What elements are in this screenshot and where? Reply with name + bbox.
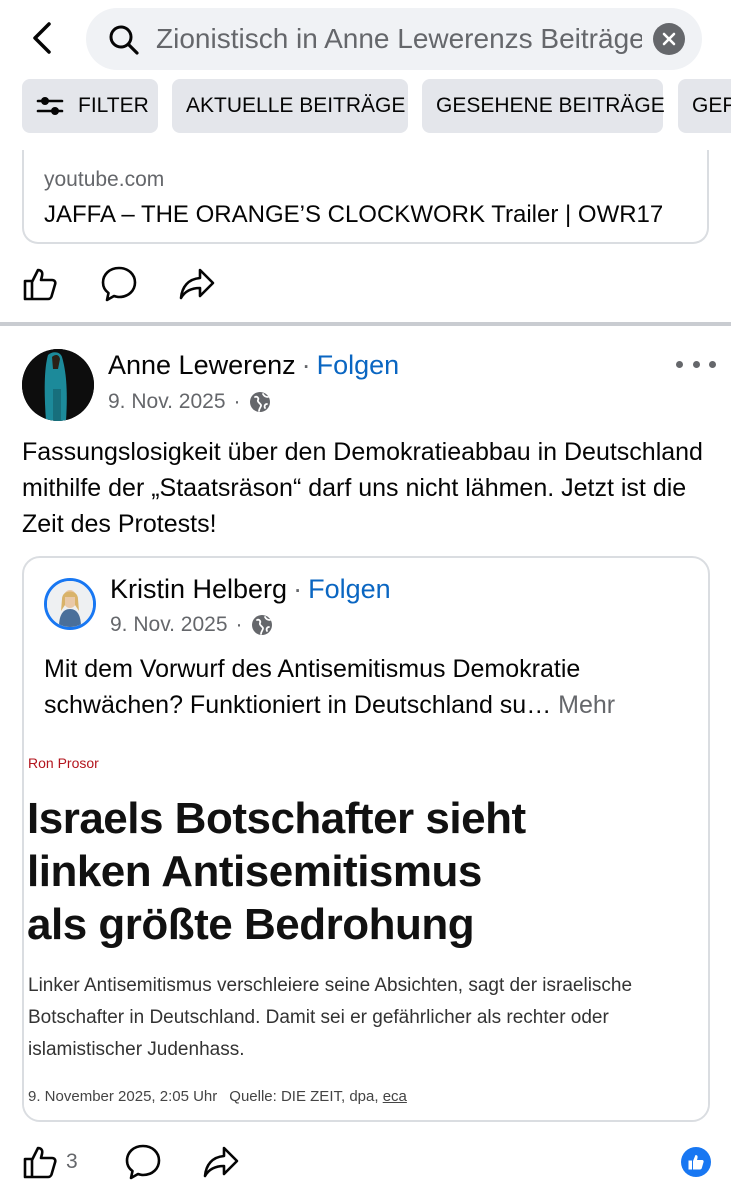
chip-label: GESEHENE BEITRÄGE <box>436 94 665 117</box>
chip-gesehene-beitraege[interactable]: GESEHENE BEITRÄGE <box>422 79 665 133</box>
previous-post-actions <box>22 265 216 303</box>
dot-icon <box>709 360 716 368</box>
shared-post-text: Mit dem Vorwurf des Antisemitismus Demok… <box>44 651 694 723</box>
back-button[interactable] <box>22 18 62 58</box>
globe-icon <box>251 615 272 635</box>
chip-label: GEP <box>692 94 731 117</box>
shared-follow-button[interactable]: Folgen <box>308 574 391 604</box>
top-bar <box>0 0 731 78</box>
author-avatar[interactable] <box>22 349 94 421</box>
shared-author-name[interactable]: Kristin Helberg <box>110 574 287 604</box>
see-more-link[interactable]: Mehr <box>558 691 615 719</box>
dot-icon <box>676 360 683 368</box>
chip-gep[interactable]: GEP <box>678 79 731 133</box>
article-screenshot[interactable]: Ron Prosor Israels Botschafter sieht lin… <box>24 738 708 1120</box>
article-timestamp: 9. November 2025, 2:05 Uhr <box>28 1088 218 1105</box>
link-domain: youtube.com <box>44 168 165 191</box>
like-button[interactable]: 3 <box>22 1144 78 1180</box>
thumbs-up-icon <box>23 268 57 301</box>
shared-post-date[interactable]: 9. Nov. 2025 <box>110 613 228 637</box>
shared-post-meta: 9. Nov. 2025 · <box>110 613 273 637</box>
author-name[interactable]: Anne Lewerenz <box>108 350 296 380</box>
separator: · <box>293 574 303 604</box>
filter-label: FILTER <box>78 94 149 117</box>
article-kicker: Ron Prosor <box>28 755 99 771</box>
share-icon <box>179 268 215 300</box>
headline-line: linken Antisemitismus <box>27 847 482 896</box>
back-arrow-icon <box>33 22 51 54</box>
dot-icon <box>692 360 700 368</box>
search-bar[interactable] <box>86 8 702 70</box>
thumbs-up-icon <box>23 1146 57 1179</box>
thumbs-up-icon <box>688 1155 704 1170</box>
link-preview-card[interactable]: youtube.com JAFFA – THE ORANGE’S CLOCKWO… <box>22 150 709 244</box>
article-author-link: eca <box>382 1088 407 1105</box>
chip-label: AKTUELLE BEITRÄGE <box>186 94 406 117</box>
article-source: Quelle: DIE ZEIT, dpa, <box>229 1088 379 1105</box>
share-button[interactable] <box>178 266 216 302</box>
date-separator: · <box>233 390 241 413</box>
like-button[interactable] <box>22 266 58 302</box>
chip-aktuelle-beitraege[interactable]: AKTUELLE BEITRÄGE <box>172 79 408 133</box>
shared-author-avatar[interactable] <box>44 578 96 630</box>
post-date[interactable]: 9. Nov. 2025 <box>108 390 226 414</box>
share-icon <box>203 1146 238 1178</box>
follow-button[interactable]: Folgen <box>317 350 400 380</box>
shared-post-excerpt: Mit dem Vorwurf des Antisemitismus Demok… <box>44 655 581 719</box>
comment-button[interactable] <box>124 1143 162 1181</box>
comment-button[interactable] <box>100 265 138 303</box>
shared-post-header: Kristin Helberg · Folgen <box>110 574 391 605</box>
headline-line: als größte Bedrohung <box>27 900 475 949</box>
post-header: Anne Lewerenz · Folgen <box>108 350 399 381</box>
article-lead: Linker Antisemitismus verschleiere seine… <box>28 975 633 1060</box>
search-icon <box>109 25 139 55</box>
filter-chips: FILTER AKTUELLE BEITRÄGE GESEHENE BEITRÄ… <box>0 78 731 134</box>
post-text: Fassungslosigkeit über den Demokratieabb… <box>22 438 703 538</box>
shared-post-card[interactable]: Kristin Helberg · Folgen 9. Nov. 2025 · Mit… <box>22 556 710 1122</box>
post-meta: 9. Nov. 2025 · <box>108 390 271 414</box>
article-headline: Israels Botschafter sieht linken Antisem… <box>27 792 687 951</box>
sliders-icon <box>36 95 64 117</box>
filter-chip[interactable]: FILTER <box>22 79 158 133</box>
date-separator: · <box>235 613 243 636</box>
globe-icon <box>249 392 270 412</box>
article-meta: 9. November 2025, 2:05 Uhr Quelle: DIE ZE… <box>28 1088 407 1105</box>
more-options-button[interactable] <box>676 352 716 376</box>
comment-icon <box>101 266 137 302</box>
reaction-like-badge[interactable] <box>681 1147 711 1177</box>
like-count: 3 <box>66 1150 78 1173</box>
share-button[interactable] <box>202 1144 240 1180</box>
link-title: JAFFA – THE ORANGE’S CLOCKWORK Trailer |… <box>44 201 664 228</box>
post-actions: 3 <box>22 1143 240 1181</box>
post-divider <box>0 322 731 326</box>
headline-line: Israels Botschafter sieht <box>27 794 526 843</box>
comment-icon <box>125 1144 160 1180</box>
close-icon <box>662 32 676 46</box>
separator: · <box>301 350 311 380</box>
search-input[interactable] <box>156 18 642 60</box>
clear-search-button[interactable] <box>653 23 685 55</box>
